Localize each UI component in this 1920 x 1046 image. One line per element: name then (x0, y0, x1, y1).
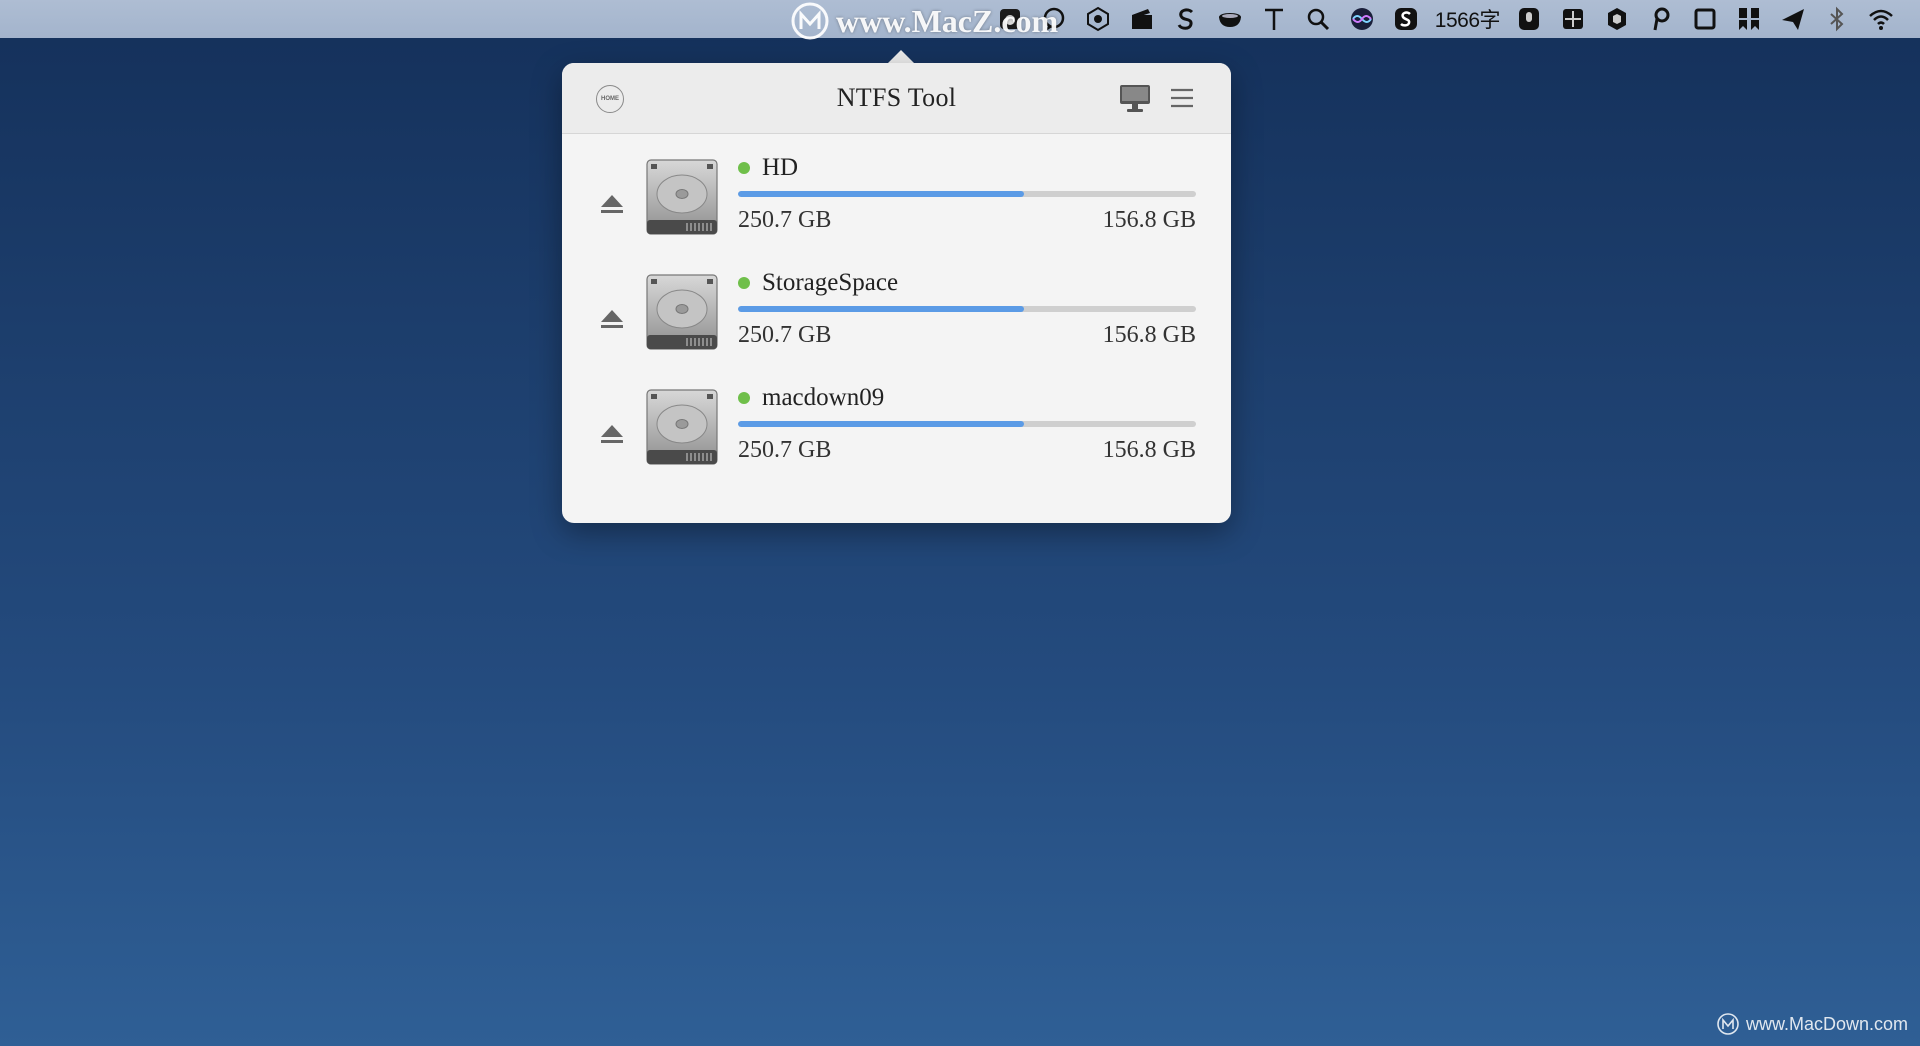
drive-info: StorageSpace 250.7 GB 156.8 GB (738, 263, 1196, 349)
text-t-icon[interactable] (1259, 4, 1289, 34)
bookmark-grid-icon[interactable] (1734, 4, 1764, 34)
word-count-indicator[interactable]: 1566字 (1435, 4, 1501, 34)
hard-drive-icon (646, 274, 718, 350)
ntfs-tool-popover: HOME NTFS Tool HD 250.7 GB 156.8 GB Stor… (562, 63, 1231, 523)
drive-total-size: 250.7 GB (738, 322, 832, 348)
watermark-logo-icon (1717, 1013, 1739, 1035)
eject-icon[interactable] (598, 192, 626, 216)
hexagon-cube-icon[interactable] (1083, 4, 1113, 34)
drive-total-size: 250.7 GB (738, 207, 832, 233)
drive-list: HD 250.7 GB 156.8 GB StorageSpace 250.7 … (562, 134, 1231, 493)
drive-sizes: 250.7 GB 156.8 GB (738, 437, 1196, 464)
drive-name-row: macdown09 (738, 378, 1196, 418)
microphone-icon[interactable] (1514, 4, 1544, 34)
drive-row-storagespace[interactable]: StorageSpace 250.7 GB 156.8 GB (562, 263, 1231, 378)
eject-icon[interactable] (598, 422, 626, 446)
hard-drive-icon (646, 389, 718, 465)
drive-row-macdown09[interactable]: macdown09 250.7 GB 156.8 GB (562, 378, 1231, 493)
wifi-icon[interactable] (1866, 4, 1896, 34)
usage-bar-fill (738, 191, 1025, 197)
square-window-icon[interactable] (1690, 4, 1720, 34)
hamburger-menu-icon[interactable] (1168, 84, 1196, 112)
film-clapper-icon[interactable] (1127, 4, 1157, 34)
drive-free-size: 156.8 GB (1102, 322, 1196, 348)
drive-name: macdown09 (762, 384, 885, 411)
drive-info: HD 250.7 GB 156.8 GB (738, 148, 1196, 234)
eject-icon[interactable] (598, 307, 626, 331)
p-pen-icon[interactable] (1646, 4, 1676, 34)
grid-box-icon[interactable] (1558, 4, 1588, 34)
usage-bar (738, 421, 1196, 427)
usage-bar-fill (738, 421, 1025, 427)
coffee-cup-icon[interactable] (1215, 4, 1245, 34)
drive-sizes: 250.7 GB 156.8 GB (738, 322, 1196, 349)
home-button[interactable]: HOME (596, 85, 624, 113)
send-plane-icon[interactable] (1778, 4, 1808, 34)
popover-arrow (887, 50, 915, 64)
speech-bubble-icon[interactable] (1039, 4, 1069, 34)
drive-free-size: 156.8 GB (1102, 207, 1196, 233)
usage-bar (738, 191, 1196, 197)
watermark-bottom-text: www.MacDown.com (1745, 1013, 1908, 1034)
s-script-icon[interactable] (1171, 4, 1201, 34)
status-dot (738, 162, 750, 174)
apple-app-icon[interactable] (995, 4, 1025, 34)
usage-bar-fill (738, 306, 1025, 312)
search-icon[interactable] (1303, 4, 1333, 34)
drive-sizes: 250.7 GB 156.8 GB (738, 207, 1196, 234)
drive-name-row: StorageSpace (738, 263, 1196, 303)
drive-name: HD (762, 154, 799, 181)
monitor-icon[interactable] (1118, 82, 1152, 114)
drive-free-size: 156.8 GB (1102, 437, 1196, 463)
watermark-bottom: www.MacDown.com (1716, 1012, 1908, 1036)
hard-drive-icon (646, 159, 718, 235)
shield-hexagon-icon[interactable] (1602, 4, 1632, 34)
bluetooth-icon[interactable] (1822, 4, 1852, 34)
popover-header: HOME NTFS Tool (562, 63, 1231, 134)
usage-bar (738, 306, 1196, 312)
sogou-s-icon[interactable] (1391, 4, 1421, 34)
drive-row-hd[interactable]: HD 250.7 GB 156.8 GB (562, 148, 1231, 263)
drive-name: StorageSpace (762, 269, 899, 296)
status-dot (738, 392, 750, 404)
menu-bar: 1566字 (0, 0, 1920, 38)
popover-title: NTFS Tool (836, 83, 957, 112)
status-dot (738, 277, 750, 289)
drive-info: macdown09 250.7 GB 156.8 GB (738, 378, 1196, 464)
siri-icon[interactable] (1347, 4, 1377, 34)
drive-name-row: HD (738, 148, 1196, 188)
drive-total-size: 250.7 GB (738, 437, 832, 463)
home-label: HOME (601, 96, 619, 102)
